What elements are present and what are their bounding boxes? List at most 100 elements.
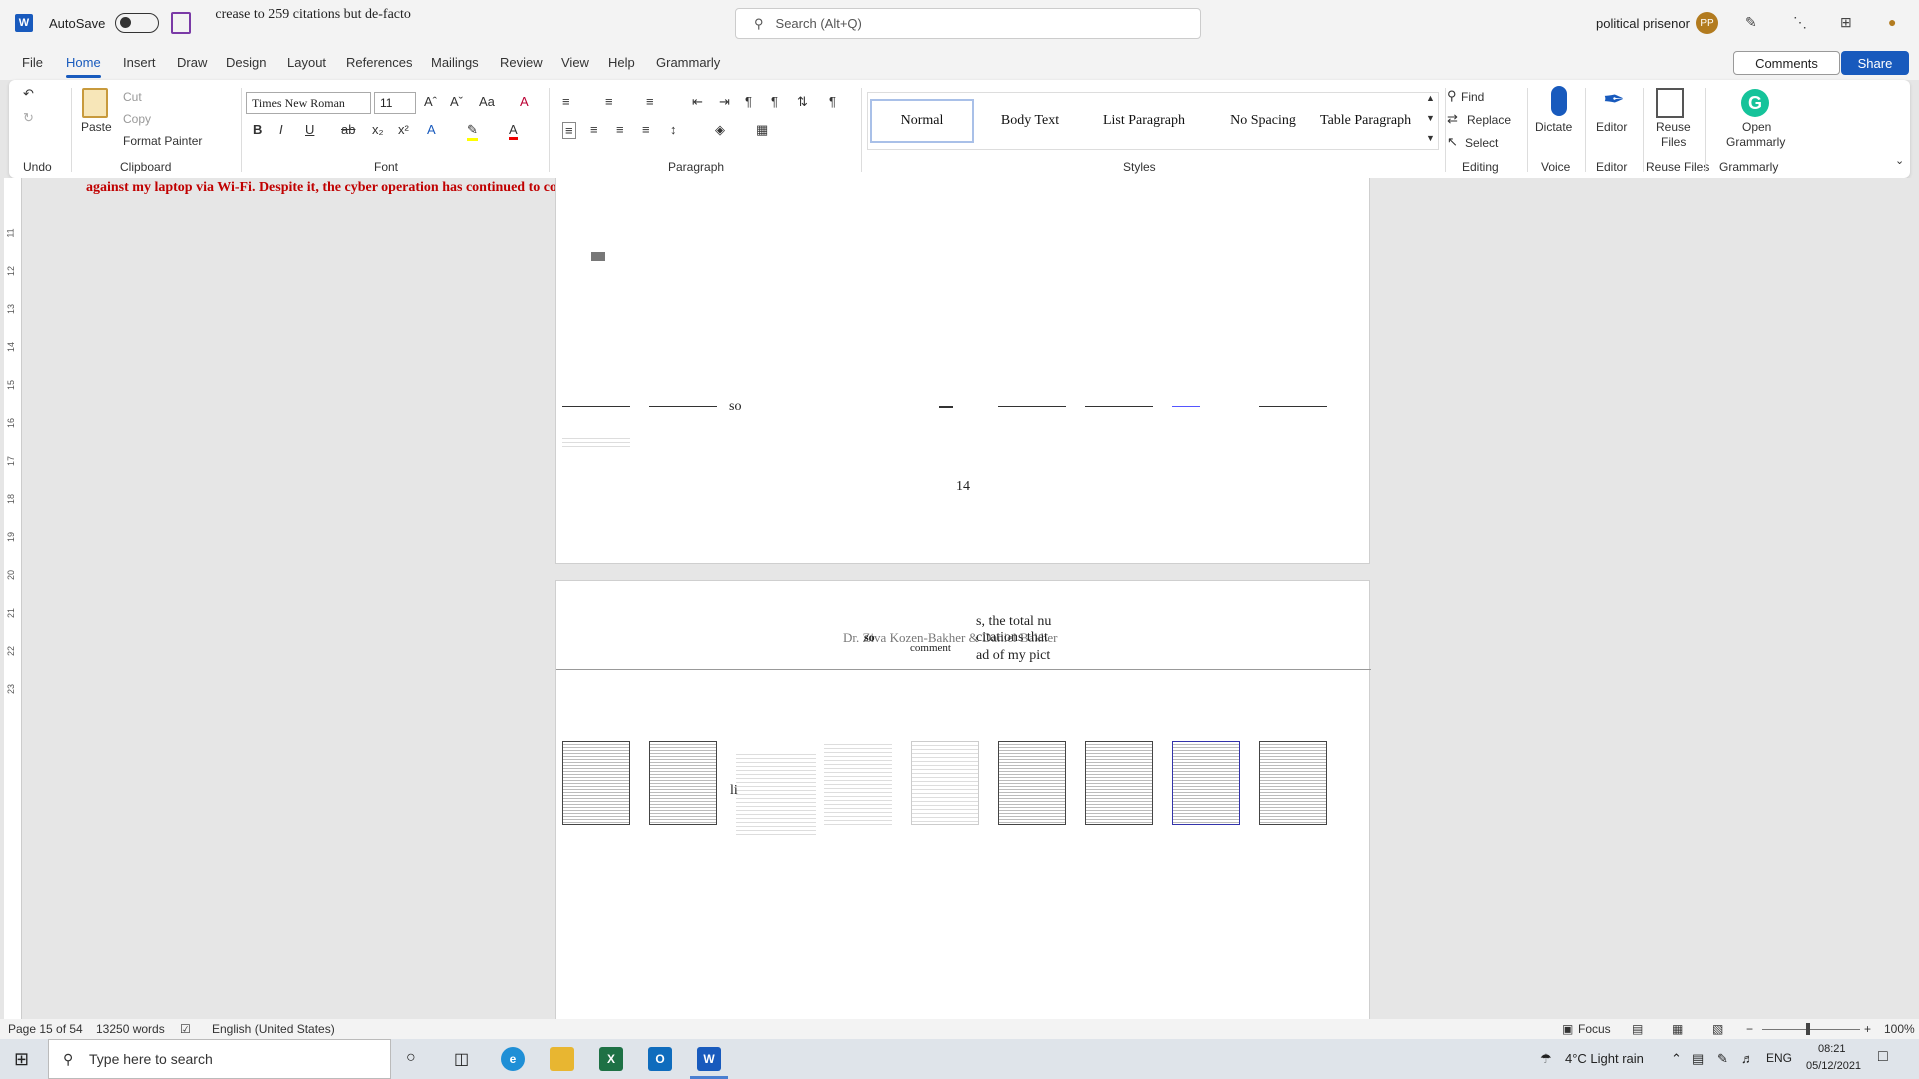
show-formatting-icon[interactable]: ¶	[829, 94, 836, 109]
numbering-icon[interactable]: ≡	[605, 94, 613, 109]
windows-start-icon[interactable]: ⊞	[14, 1049, 29, 1070]
find-button[interactable]: Find	[1461, 90, 1484, 104]
styles-more-icon[interactable]: ▼	[1426, 133, 1435, 143]
focus-button[interactable]: Focus	[1578, 1022, 1611, 1036]
document-area[interactable]: 11 12 13 14 15 16 17 18 19 20 21 22 23 a…	[0, 178, 1919, 1019]
style-table-paragraph[interactable]: Table Paragraph	[1320, 99, 1424, 143]
decrease-indent-icon[interactable]: ⇤	[692, 94, 703, 110]
bold-icon[interactable]: B	[253, 122, 262, 137]
zoom-slider-thumb[interactable]	[1806, 1023, 1810, 1035]
weather-text[interactable]: 4°C Light rain	[1565, 1051, 1644, 1066]
network-icon[interactable]: ▤	[1692, 1051, 1704, 1067]
tab-design[interactable]: Design	[226, 55, 266, 70]
format-painter-button[interactable]: Format Painter	[123, 134, 202, 148]
volume-icon[interactable]: ♬	[1741, 1051, 1754, 1066]
change-case-icon[interactable]: Aa	[479, 94, 495, 109]
zoom-slider[interactable]	[1762, 1029, 1860, 1030]
grow-font-icon[interactable]: Aˆ	[424, 94, 437, 109]
align-center-icon[interactable]: ≡	[590, 122, 598, 137]
reuse-button-line2[interactable]: Files	[1661, 135, 1686, 149]
replace-button[interactable]: Replace	[1467, 113, 1511, 127]
collapse-ribbon-icon[interactable]: ⌄	[1895, 154, 1904, 167]
editor-button[interactable]: Editor	[1596, 120, 1627, 134]
select-button[interactable]: Select	[1465, 136, 1498, 150]
weather-icon[interactable]: ☂	[1540, 1051, 1552, 1067]
pen-icon[interactable]: ✎	[1745, 14, 1757, 31]
shrink-font-icon[interactable]: Aˇ	[450, 94, 463, 109]
outlook-icon[interactable]: O	[648, 1047, 672, 1071]
clock-time[interactable]: 08:21	[1818, 1043, 1846, 1055]
search-box[interactable]: ⚲ Search (Alt+Q)	[735, 8, 1201, 39]
autosave-toggle[interactable]	[115, 13, 160, 33]
taskbar-search[interactable]: ⚲ Type here to search	[48, 1039, 391, 1079]
ltr-icon[interactable]: ¶	[745, 94, 752, 109]
read-mode-icon[interactable]: ▤	[1632, 1022, 1643, 1036]
tab-review[interactable]: Review	[500, 55, 543, 70]
font-color-icon[interactable]: A	[509, 122, 518, 140]
line-spacing-icon[interactable]: ↕	[670, 122, 677, 137]
profile-icon[interactable]: ●	[1888, 14, 1896, 30]
sort-icon[interactable]: ⇅	[797, 94, 808, 110]
strikethrough-icon[interactable]: ab	[341, 122, 355, 137]
language-indicator[interactable]: ENG	[1766, 1051, 1792, 1065]
style-list-paragraph[interactable]: List Paragraph	[1084, 99, 1204, 143]
highlight-icon[interactable]: ✎	[467, 122, 478, 141]
italic-icon[interactable]: I	[279, 122, 283, 137]
user-name[interactable]: political prisenor	[1596, 16, 1690, 31]
language-indicator[interactable]: English (United States)	[212, 1022, 335, 1036]
dictate-button[interactable]: Dictate	[1535, 120, 1572, 134]
font-name-select[interactable]: Times New Roman	[246, 92, 371, 114]
redo-icon[interactable]: ↻	[23, 110, 34, 126]
tab-file[interactable]: File	[22, 55, 43, 70]
pen-tray-icon[interactable]: ✎	[1717, 1051, 1728, 1067]
proofing-icon[interactable]: ☑	[180, 1022, 191, 1036]
rtl-icon[interactable]: ¶	[771, 94, 778, 109]
undo-icon[interactable]: ↶	[23, 86, 34, 102]
share-button[interactable]: Share	[1841, 51, 1909, 75]
superscript-icon[interactable]: x²	[398, 122, 409, 137]
clear-format-icon[interactable]: A	[520, 94, 529, 109]
zoom-in-icon[interactable]: +	[1864, 1022, 1871, 1036]
word-icon[interactable]: W	[697, 1047, 721, 1071]
comments-button[interactable]: Comments	[1733, 51, 1840, 75]
styles-scroll-up-icon[interactable]: ▲	[1426, 93, 1435, 103]
style-normal[interactable]: Normal	[870, 99, 974, 143]
reuse-button-line1[interactable]: Reuse	[1656, 120, 1691, 134]
microphone-icon[interactable]	[1551, 86, 1567, 116]
excel-icon[interactable]: X	[599, 1047, 623, 1071]
copy-button[interactable]: Copy	[123, 112, 151, 126]
font-size-select[interactable]: 11	[374, 92, 416, 114]
document-title[interactable]: crease to 259 citations but de-facto	[215, 8, 445, 38]
reuse-files-icon[interactable]	[1656, 88, 1684, 118]
edge-icon[interactable]: e	[501, 1047, 525, 1071]
notifications-icon[interactable]: □	[1878, 1048, 1888, 1066]
ribbon-display-icon[interactable]: ⊞	[1840, 14, 1852, 31]
avatar[interactable]: PP	[1696, 12, 1718, 34]
multilevel-list-icon[interactable]: ≡	[646, 94, 654, 109]
tab-help[interactable]: Help	[608, 55, 635, 70]
clock-date[interactable]: 05/12/2021	[1806, 1060, 1861, 1072]
page-indicator[interactable]: Page 15 of 54	[8, 1022, 83, 1036]
grammarly-button-line1[interactable]: Open	[1742, 120, 1771, 134]
tab-insert[interactable]: Insert	[123, 55, 156, 70]
word-count[interactable]: 13250 words	[96, 1022, 165, 1036]
paste-button[interactable]: Paste	[81, 120, 112, 134]
coauthor-icon[interactable]: ⋱	[1793, 14, 1807, 31]
zoom-out-icon[interactable]: −	[1746, 1022, 1753, 1036]
cortana-icon[interactable]: ○	[406, 1049, 416, 1067]
task-view-icon[interactable]: ◫	[454, 1049, 469, 1069]
page-14[interactable]: so 14	[555, 178, 1370, 564]
focus-icon[interactable]: ▣	[1562, 1022, 1573, 1036]
borders-icon[interactable]: ▦	[756, 122, 768, 138]
grammarly-button-line2[interactable]: Grammarly	[1726, 135, 1785, 149]
shading-icon[interactable]: ◈	[715, 122, 725, 138]
justify-icon[interactable]: ≡	[642, 122, 650, 137]
bullets-icon[interactable]: ≡	[562, 94, 570, 109]
styles-scroll-down-icon[interactable]: ▼	[1426, 113, 1435, 123]
tab-references[interactable]: References	[346, 55, 412, 70]
grammarly-icon[interactable]: G	[1741, 89, 1769, 117]
tab-home[interactable]: Home	[66, 55, 101, 78]
tab-mailings[interactable]: Mailings	[431, 55, 479, 70]
page-15[interactable]: s, the total nu Dr. Ziva Kozen-Bakher & …	[555, 580, 1371, 1019]
style-no-spacing[interactable]: No Spacing	[1208, 99, 1318, 143]
